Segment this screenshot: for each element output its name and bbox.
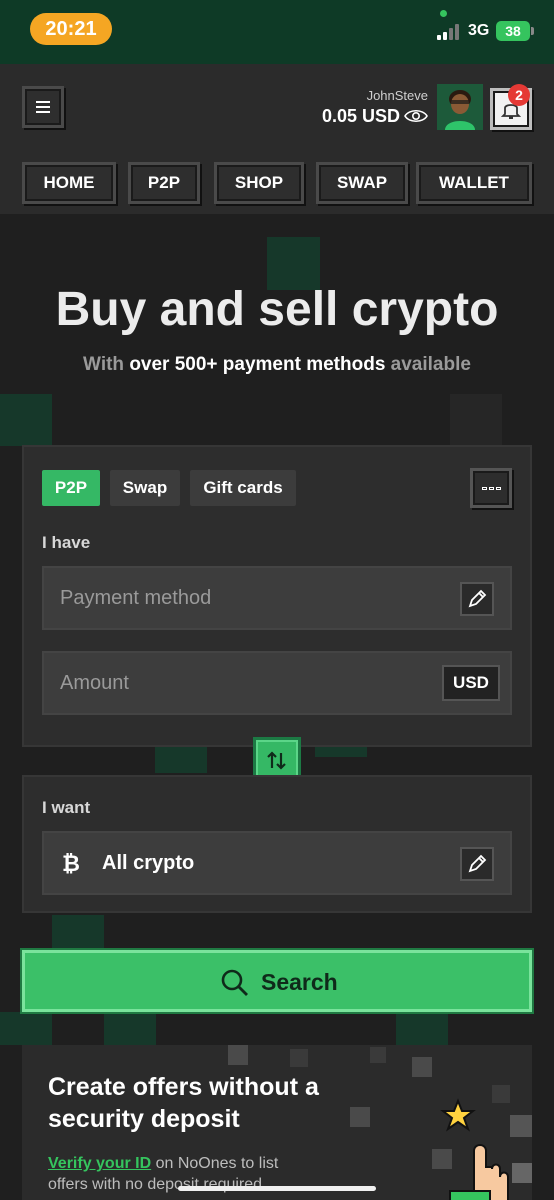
hero-subtitle-prefix: With [83, 354, 130, 375]
decor-pixel [155, 745, 207, 773]
signal-icon [437, 22, 465, 40]
decor-pixel [0, 394, 52, 446]
decor-pixel [104, 1012, 156, 1045]
hamburger-icon [36, 101, 50, 116]
eye-icon[interactable] [404, 108, 428, 124]
network-type: 3G [468, 22, 490, 39]
amount-placeholder: Amount [60, 672, 129, 694]
pencil-icon [468, 589, 487, 608]
verify-id-link[interactable]: Verify your ID [48, 1155, 151, 1172]
username: JohnSteve [366, 88, 428, 103]
search-icon [221, 969, 248, 996]
hero-subtitle-suffix: available [385, 354, 471, 375]
tab-swap[interactable]: Swap [110, 470, 180, 506]
payment-method-placeholder: Payment method [60, 587, 212, 609]
amount-field[interactable]: Amount USD [42, 651, 512, 715]
tab-gift-cards[interactable]: Gift cards [190, 470, 296, 506]
home-indicator [178, 1186, 376, 1191]
privacy-indicator-dot [440, 10, 447, 17]
decor-pixel [370, 1047, 386, 1063]
more-options-button[interactable] [470, 468, 512, 508]
payment-method-field[interactable]: Payment method [42, 566, 512, 630]
pencil-icon [468, 854, 487, 873]
promo-card: Create offers without a security deposit… [22, 1045, 532, 1200]
nav-swap[interactable]: SWAP [316, 162, 408, 204]
battery-icon: 38 [496, 21, 530, 41]
nav-wallet[interactable]: WALLET [416, 162, 532, 204]
menu-button[interactable] [22, 86, 64, 128]
i-have-label: I have [42, 533, 91, 552]
i-want-label: I want [42, 798, 91, 817]
search-button[interactable]: Search [22, 950, 532, 1012]
status-bar: 20:21 3G 38 [0, 0, 554, 64]
star-hand-icon [440, 1098, 509, 1200]
nav-shop[interactable]: SHOP [214, 162, 304, 204]
nav-p2p[interactable]: P2P [128, 162, 200, 204]
currency-select[interactable]: USD [442, 665, 500, 701]
edit-crypto-button[interactable] [460, 847, 494, 881]
promo-title: Create offers without a security deposit [48, 1073, 319, 1133]
notification-badge: 2 [508, 84, 530, 106]
decor-pixel [0, 1012, 52, 1045]
decor-pixel [52, 915, 104, 950]
decor-pixel [396, 1012, 448, 1045]
avatar[interactable] [437, 84, 483, 130]
status-time: 20:21 [30, 13, 112, 45]
edit-payment-button[interactable] [460, 582, 494, 616]
decor-pixel [450, 394, 502, 446]
balance: 0.05 USD [321, 106, 400, 126]
avatar-illustration [437, 84, 483, 130]
decor-pixel [228, 1045, 248, 1065]
tab-p2p[interactable]: P2P [42, 470, 100, 506]
hero-title: Buy and sell crypto [55, 283, 499, 336]
nav-home[interactable]: HOME [22, 162, 116, 204]
app-header: JohnSteve 0.05 USD 2 HOME P2P SHOP SWAP … [0, 64, 554, 214]
crypto-field[interactable]: ₿ All crypto [42, 831, 512, 895]
bitcoin-icon: ₿ [62, 851, 80, 876]
hero-subtitle: With over 500+ payment methods available [0, 354, 554, 376]
decor-pixel [412, 1057, 432, 1077]
search-label: Search [261, 969, 338, 995]
crypto-value: All crypto [102, 852, 195, 874]
decor-pixel [290, 1049, 308, 1067]
hero-subtitle-highlight: over 500+ payment methods [129, 354, 386, 375]
battery-tip [531, 27, 534, 35]
